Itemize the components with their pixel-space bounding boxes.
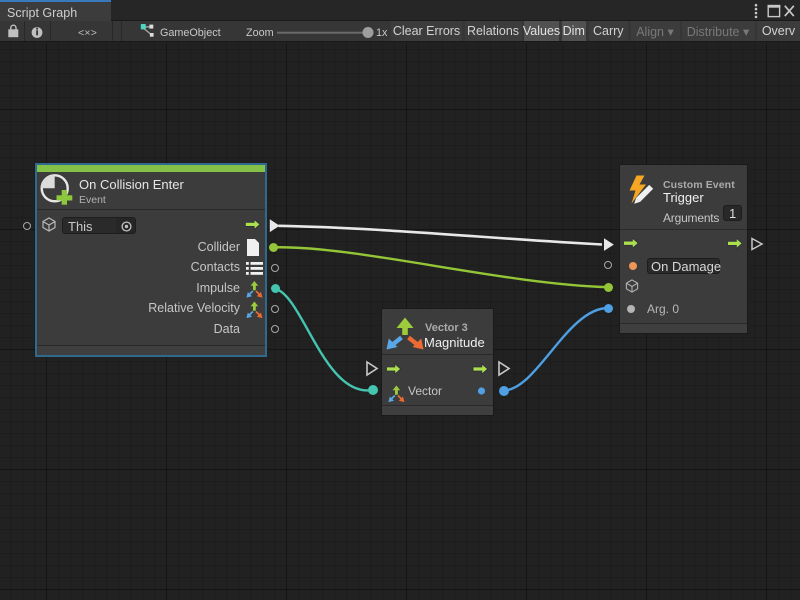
svg-text:1x: 1x <box>376 27 388 39</box>
svg-text:GameObject: GameObject <box>160 27 221 39</box>
svg-text:<×>: <×> <box>78 28 97 40</box>
svg-text:Zoom: Zoom <box>246 27 274 39</box>
